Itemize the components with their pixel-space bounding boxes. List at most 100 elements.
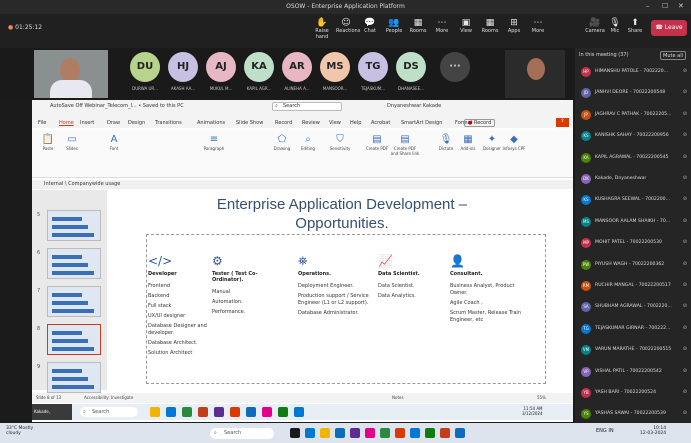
taskbar-app-icon[interactable] <box>365 428 375 438</box>
app-icon[interactable] <box>150 407 160 417</box>
record-button[interactable]: ● Record <box>464 119 496 127</box>
participant-row[interactable]: JP JAGHRAV C PATHAK - 70022205... ⊘ <box>581 109 689 123</box>
share-icon[interactable]: ⇪ <box>556 118 569 127</box>
menu-animations[interactable]: Animations <box>197 120 225 126</box>
ribbon-paragraph[interactable]: ≡ Paragraph <box>202 134 226 151</box>
leave-button[interactable]: ☎ Leave <box>651 20 687 36</box>
language-indicator[interactable]: ENG IN <box>596 428 614 434</box>
ribbon-infosys-cpf[interactable]: ◆ Infosys CPF <box>502 134 526 151</box>
participant-row[interactable]: RM RUCHIR MANGAL - 70022200517 ⊘ <box>581 280 689 294</box>
notes-button[interactable]: Notes <box>392 395 404 400</box>
minimize-icon[interactable]: – <box>646 2 650 10</box>
taskbar-app-icon[interactable] <box>320 428 330 438</box>
participant-row[interactable]: DK Kakade, Dnyaneshwar ⊘ <box>581 173 689 187</box>
participant-row[interactable]: KA KAPIL AGRAWAL - 70022200545 ⊘ <box>581 152 689 166</box>
participant-row[interactable]: PW PIYUSH WAGH - 70022200362 ⊘ <box>581 259 689 273</box>
taskbar-search[interactable]: ⌕ Search <box>210 428 274 439</box>
ribbon-drawing[interactable]: ⬠ Drawing <box>270 134 294 151</box>
taskbar-app-icon[interactable] <box>425 428 435 438</box>
toolbar-button-3[interactable]: 👥 People <box>384 18 404 34</box>
taskbar-app-icon[interactable] <box>440 428 450 438</box>
slide-thumbnail[interactable] <box>47 286 101 317</box>
menu-file[interactable]: File <box>38 120 46 126</box>
app-icon[interactable] <box>246 407 256 417</box>
toolbar-button-1[interactable]: ☺ Reactions <box>336 18 360 34</box>
toolbar-button-0[interactable]: ✋ Raise hand <box>312 18 332 40</box>
participant-row[interactable]: TG TEJASKUMAR GIRNAR - 700222... ⊘ <box>581 323 689 337</box>
taskbar-app-icon[interactable] <box>380 428 390 438</box>
ribbon-create-pdf-and-share-link[interactable]: ▤ Create PDF and Share link <box>390 134 420 156</box>
app-icon[interactable] <box>182 407 192 417</box>
menu-review[interactable]: Review <box>302 120 320 126</box>
toolbar-button-8[interactable]: ⊞ Apps <box>504 18 524 34</box>
participant-tile[interactable]: DS DHANASEE... <box>386 52 436 91</box>
menu-record[interactable]: Record <box>275 120 292 126</box>
ribbon-create-pdf[interactable]: ▤ Create PDF <box>362 134 392 151</box>
slide-thumbnail[interactable] <box>47 248 101 279</box>
toolbar-button-11[interactable]: 🎙 Mic <box>605 18 625 34</box>
document-tab[interactable]: Internal \ Companywide usage <box>32 180 573 189</box>
participant-row[interactable]: JD JANHVI DEORE - 70022200548 ⊘ <box>581 87 689 101</box>
menu-slide-show[interactable]: Slide Show <box>236 120 263 126</box>
ribbon-designer[interactable]: ✦ Designer <box>480 134 504 151</box>
menu-design[interactable]: Design <box>128 120 145 126</box>
ribbon-dictate[interactable]: 🎙 Dictate <box>434 134 458 151</box>
menu-view[interactable]: View <box>329 120 341 126</box>
menu-help[interactable]: Help <box>350 120 361 126</box>
taskbar-app-icon[interactable] <box>350 428 360 438</box>
taskbar-app-icon[interactable] <box>305 428 315 438</box>
menu-home[interactable]: Home <box>59 120 74 126</box>
slide-thumbnail[interactable] <box>47 210 101 241</box>
participant-row[interactable]: MP MOHIT PATEL - 70022200530 ⊘ <box>581 237 689 251</box>
toolbar-button-5[interactable]: ⋯ More <box>432 18 452 34</box>
participant-row[interactable]: YB YASH BARI - 70022200524 ⊘ <box>581 387 689 401</box>
toolbar-button-12[interactable]: ⬆ Share <box>625 18 645 34</box>
menu-draw[interactable]: Draw <box>107 120 120 126</box>
toolbar-button-9[interactable]: ⋯ More <box>528 18 548 34</box>
menu-insert[interactable]: Insert <box>80 120 94 126</box>
close-icon[interactable]: ✕ <box>678 2 684 10</box>
mute-all-button[interactable]: Mute all <box>660 51 686 60</box>
participant-row[interactable]: KS KANISHK SAHAY - 70022200956 ⊘ <box>581 130 689 144</box>
taskbar-app-icon[interactable] <box>335 428 345 438</box>
participant-row[interactable]: YS YASHAS SAWAI - 70022200539 ⊘ <box>581 408 689 422</box>
ribbon-editing[interactable]: ⌕ Editing <box>296 134 320 151</box>
ribbon-font[interactable]: A Font <box>102 134 126 151</box>
participant-row[interactable]: VP VISHAL PATIL - 70022200542 ⊘ <box>581 366 689 380</box>
maximize-icon[interactable]: ☐ <box>662 2 668 10</box>
participant-row[interactable]: KS KUSHAGRA SEEWAL - 7002200... ⊘ <box>581 194 689 208</box>
system-clock[interactable]: 10:14 12-03-2024 <box>640 426 666 436</box>
participant-video-2[interactable] <box>505 50 565 98</box>
taskbar-app-icon[interactable] <box>455 428 465 438</box>
app-icon[interactable] <box>230 407 240 417</box>
app-icon[interactable] <box>262 407 272 417</box>
menu-acrobat[interactable]: Acrobat <box>371 120 390 126</box>
slide-thumbnail[interactable] <box>47 362 101 393</box>
slide-thumbnail[interactable] <box>47 324 101 355</box>
app-icon[interactable] <box>278 407 288 417</box>
ribbon-paste[interactable]: 📋 Paste <box>36 134 60 151</box>
menu-transitions[interactable]: Transitions <box>155 120 182 126</box>
app-icon[interactable] <box>198 407 208 417</box>
toolbar-button-7[interactable]: ▦ Rooms <box>480 18 500 34</box>
taskbar-app-icon[interactable] <box>395 428 405 438</box>
toolbar-button-6[interactable]: ▣ View <box>456 18 476 34</box>
taskbar-app-icon[interactable] <box>290 428 300 438</box>
more-participants[interactable]: ··· <box>430 52 480 82</box>
app-icon[interactable] <box>294 407 304 417</box>
menu-smartart-design[interactable]: SmartArt Design <box>401 120 442 126</box>
participant-row[interactable]: MS MANSOOR AALAM SHAIKH - 70... ⊘ <box>581 216 689 230</box>
weather-widget[interactable]: 33°C Mostly cloudy <box>6 426 46 436</box>
participant-video[interactable] <box>34 50 108 98</box>
toolbar-button-4[interactable]: ▦ Rooms <box>408 18 428 34</box>
participant-row[interactable]: SA SHUBHAM AGRAWAL - 7002220... ⊘ <box>581 301 689 315</box>
shared-search-box[interactable]: ⌕ Search <box>80 407 138 417</box>
ribbon-add-ins[interactable]: ▦ Add-ins <box>456 134 480 151</box>
ribbon-slides[interactable]: ▭ Slides <box>60 134 84 151</box>
app-icon[interactable] <box>214 407 224 417</box>
search-input[interactable]: ⌕ Search <box>272 102 342 111</box>
participant-row[interactable]: HP HIMANSHU PATOLE - 7002220... ⊘ <box>581 66 689 80</box>
ribbon-sensitivity[interactable]: ⛉ Sensitivity <box>328 134 352 151</box>
toolbar-button-2[interactable]: 💬 Chat <box>360 18 380 34</box>
app-icon[interactable] <box>166 407 176 417</box>
